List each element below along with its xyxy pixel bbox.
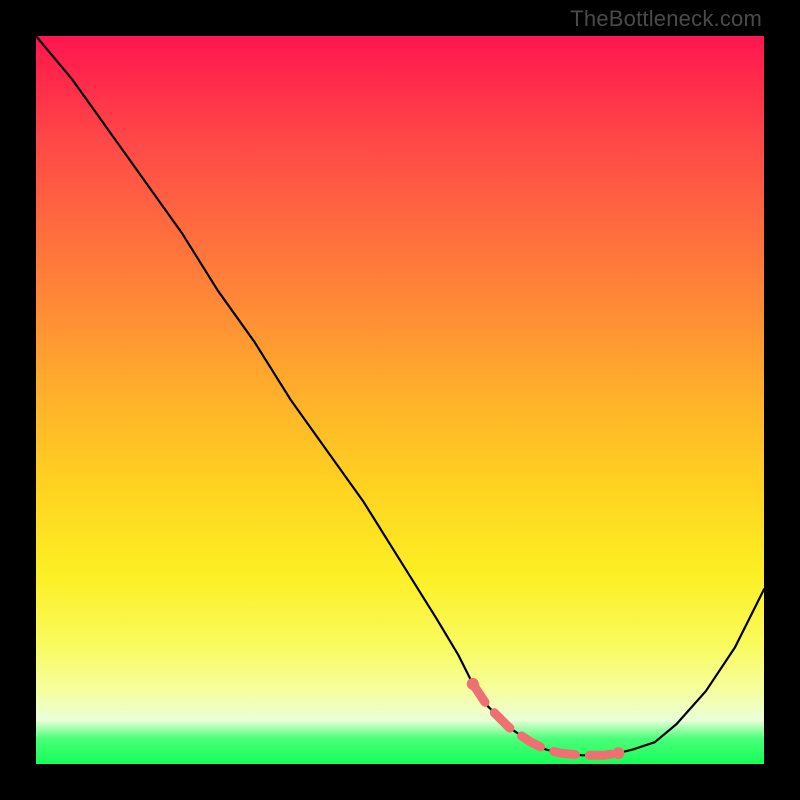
- watermark-text: TheBottleneck.com: [570, 6, 762, 32]
- optimal-zone-end-dot: [612, 747, 624, 759]
- bottleneck-curve: [36, 36, 764, 755]
- plot-area: [36, 36, 764, 764]
- chart-frame: TheBottleneck.com: [0, 0, 800, 800]
- optimal-zone-highlight: [473, 684, 619, 755]
- optimal-zone-start-dot: [467, 678, 479, 690]
- chart-svg: [36, 36, 764, 764]
